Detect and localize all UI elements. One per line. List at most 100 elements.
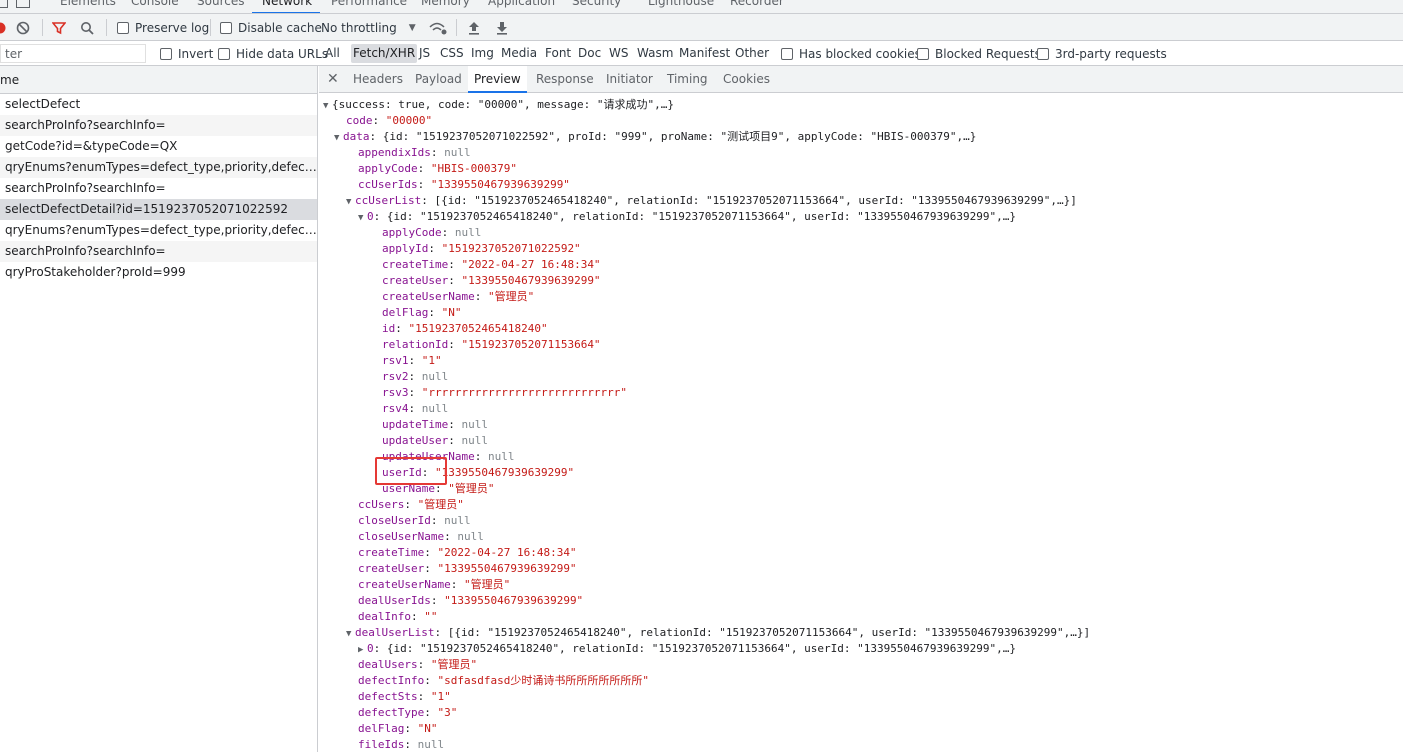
tab-network[interactable]: Network: [262, 0, 312, 8]
type-filter-img[interactable]: Img: [469, 44, 496, 63]
request-row[interactable]: searchProInfo?searchInfo=: [0, 241, 317, 262]
json-line[interactable]: ▼ ccUserList: [{id: "1519237052465418240"…: [346, 193, 1077, 209]
invert-checkbox[interactable]: Invert: [160, 41, 213, 66]
type-filter-wasm[interactable]: Wasm: [635, 44, 675, 63]
type-filter-all[interactable]: All: [323, 44, 342, 63]
tab-application[interactable]: Application: [488, 0, 555, 8]
request-row[interactable]: qryProStakeholder?proId=999: [0, 262, 317, 283]
close-icon[interactable]: ✕: [327, 66, 339, 93]
throttling-select[interactable]: No throttling ▼: [321, 14, 416, 41]
tab-security[interactable]: Security: [572, 0, 621, 8]
checkbox-box[interactable]: [917, 47, 929, 60]
tab-payload[interactable]: Payload: [415, 66, 462, 93]
type-filter-js[interactable]: JS: [417, 44, 432, 63]
record-button[interactable]: [0, 14, 6, 41]
checkbox-box[interactable]: [117, 21, 129, 34]
disable-cache-checkbox[interactable]: Disable cache: [220, 14, 322, 41]
tab-performance[interactable]: Performance: [331, 0, 407, 8]
json-value: null: [487, 450, 515, 463]
type-filter-manifest[interactable]: Manifest: [677, 44, 732, 63]
checkbox-box[interactable]: [1037, 47, 1049, 60]
json-key: applyCode: [382, 226, 442, 239]
request-row[interactable]: searchProInfo?searchInfo=: [0, 115, 317, 136]
type-filter-media[interactable]: Media: [499, 44, 539, 63]
type-filter-ws[interactable]: WS: [607, 44, 630, 63]
type-filter-doc[interactable]: Doc: [576, 44, 603, 63]
tab-recorder[interactable]: Recorder: [730, 0, 784, 8]
expand-triangle-icon[interactable]: ▼: [334, 130, 343, 146]
json-key: applyCode: [358, 162, 418, 175]
tab-memory[interactable]: Memory: [421, 0, 470, 8]
json-key: dealUserIds: [358, 594, 431, 607]
checkbox-box[interactable]: [160, 47, 172, 60]
json-line: createUserName: "管理员": [382, 289, 534, 305]
has-blocked-cookies-checkbox[interactable]: Has blocked cookies: [781, 41, 921, 66]
json-line[interactable]: ▼ 0: {id: "1519237052465418240", relation…: [358, 209, 1016, 225]
type-filter-font[interactable]: Font: [543, 44, 573, 63]
search-button[interactable]: [80, 14, 94, 41]
json-colon: :: [404, 722, 418, 735]
response-preview: ▼ {success: true, code: "00000", message:…: [319, 93, 1403, 752]
tab-initiator[interactable]: Initiator: [606, 66, 653, 93]
json-value: {id: "1519237052465418240", relationId: …: [386, 642, 1017, 655]
expand-triangle-icon[interactable]: ▼: [346, 194, 355, 210]
collapsed-triangle-icon[interactable]: ▶: [358, 642, 367, 658]
request-row[interactable]: selectDefectDetail?id=151923705207102259…: [0, 199, 317, 220]
import-har-button[interactable]: [468, 14, 480, 41]
request-row[interactable]: selectDefect: [0, 94, 317, 115]
name-column-header[interactable]: me: [0, 66, 317, 94]
json-line[interactable]: ▶ 0: {id: "1519237052465418240", relation…: [358, 641, 1016, 657]
expand-triangle-icon[interactable]: ▼: [358, 210, 367, 226]
tab-response[interactable]: Response: [536, 66, 594, 93]
request-row[interactable]: qryEnums?enumTypes=defect_type,priority,…: [0, 220, 317, 241]
request-row[interactable]: getCode?id=&typeCode=QX: [0, 136, 317, 157]
inspect-icon[interactable]: [16, 0, 30, 8]
tab-headers[interactable]: Headers: [353, 66, 403, 93]
tab-timing[interactable]: Timing: [667, 66, 708, 93]
hide-data-urls-checkbox[interactable]: Hide data URLs: [218, 41, 328, 66]
json-value: "管理员": [448, 482, 495, 495]
json-line[interactable]: ▼ data: {id: "1519237052071022592", proId…: [334, 129, 976, 145]
json-value: "2022-04-27 16:48:34": [461, 258, 601, 271]
tab-elements[interactable]: Elements: [60, 0, 116, 8]
checkbox-box[interactable]: [781, 47, 793, 60]
tab-preview[interactable]: Preview: [468, 66, 527, 93]
tab-console[interactable]: Console: [131, 0, 179, 8]
third-party-requests-checkbox[interactable]: 3rd-party requests: [1037, 41, 1167, 66]
export-har-button[interactable]: [496, 14, 508, 41]
checkbox-box[interactable]: [218, 47, 230, 60]
blocked-requests-checkbox[interactable]: Blocked Requests: [917, 41, 1041, 66]
device-toolbar-icon[interactable]: [0, 0, 8, 8]
checkbox-box[interactable]: [220, 21, 232, 34]
json-key: dealInfo: [358, 610, 411, 623]
clear-button[interactable]: [16, 14, 30, 41]
json-key: updateTime: [382, 418, 449, 431]
tab-lighthouse[interactable]: Lighthouse: [648, 0, 714, 8]
json-value: "1339550467939639299": [430, 178, 570, 191]
preserve-log-checkbox[interactable]: Preserve log: [117, 14, 209, 41]
json-value: null: [461, 418, 488, 431]
expand-triangle-icon[interactable]: ▼: [323, 98, 332, 114]
type-filter-css[interactable]: CSS: [438, 44, 466, 63]
json-line[interactable]: ▼ dealUserList: [{id: "151923705246541824…: [346, 625, 1090, 641]
json-key: rsv4: [382, 402, 409, 415]
json-line: createTime: "2022-04-27 16:48:34": [358, 545, 577, 561]
json-line: rsv1: "1": [382, 353, 442, 369]
json-line[interactable]: ▼ {success: true, code: "00000", message:…: [323, 97, 674, 113]
upload-icon: [469, 21, 479, 35]
json-colon: :: [424, 562, 438, 575]
expand-triangle-icon[interactable]: ▼: [346, 626, 355, 642]
request-row[interactable]: searchProInfo?searchInfo=: [0, 178, 317, 199]
request-row[interactable]: qryEnums?enumTypes=defect_type,priority,…: [0, 157, 317, 178]
type-filter-other[interactable]: Other: [733, 44, 771, 63]
tab-cookies[interactable]: Cookies: [723, 66, 770, 93]
filter-input[interactable]: [0, 44, 146, 63]
filter-toggle-button[interactable]: [52, 14, 66, 41]
tab-sources[interactable]: Sources: [197, 0, 244, 8]
clear-icon: [16, 21, 30, 34]
network-conditions-button[interactable]: [429, 14, 447, 41]
type-filter-fetch-xhr[interactable]: Fetch/XHR: [351, 44, 418, 63]
json-value: "1519237052071153664": [461, 338, 601, 351]
network-toolbar: Preserve log Disable cache No throttling…: [0, 14, 1403, 41]
json-value: null: [421, 402, 449, 415]
